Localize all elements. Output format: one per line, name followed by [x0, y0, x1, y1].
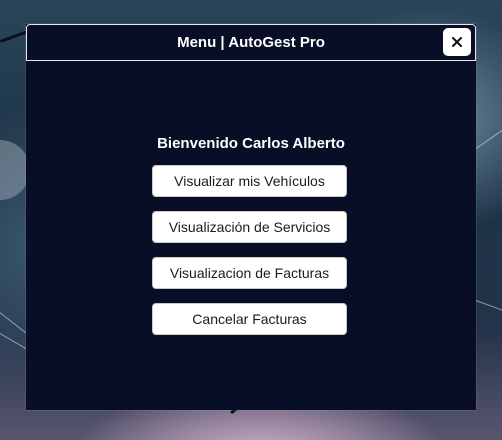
view-services-button[interactable]: Visualización de Servicios — [152, 211, 347, 243]
wallpaper-streak — [475, 300, 502, 315]
close-button[interactable] — [443, 28, 471, 56]
dialog-title: Menu | AutoGest Pro — [177, 34, 325, 51]
cancel-invoices-button[interactable]: Cancelar Facturas — [152, 303, 347, 335]
welcome-message: Bienvenido Carlos Alberto — [157, 135, 345, 152]
close-icon — [452, 37, 462, 47]
view-vehicles-button[interactable]: Visualizar mis Vehículos — [152, 165, 347, 197]
menu-dialog: Menu | AutoGest Pro Bienvenido Carlos Al… — [26, 24, 476, 410]
view-invoices-button[interactable]: Visualizacion de Facturas — [152, 257, 347, 289]
wallpaper-streak — [476, 125, 502, 149]
dialog-titlebar: Menu | AutoGest Pro — [26, 24, 476, 61]
